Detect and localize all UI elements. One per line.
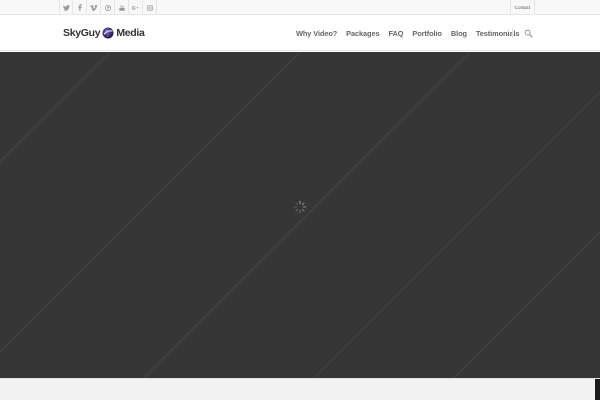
youtube-icon[interactable] bbox=[115, 0, 129, 15]
nav-item-why-video[interactable]: Why Video? bbox=[296, 29, 337, 38]
nav-item-portfolio[interactable]: Portfolio bbox=[412, 29, 442, 38]
social-links bbox=[59, 0, 157, 15]
search-icon[interactable] bbox=[524, 29, 533, 38]
pinterest-icon[interactable] bbox=[101, 0, 115, 15]
loading-spinner-icon bbox=[293, 200, 307, 214]
globe-icon bbox=[102, 27, 114, 39]
nav-item-blog[interactable]: Blog bbox=[451, 29, 467, 38]
twitter-icon[interactable] bbox=[59, 0, 73, 15]
nav-item-faq[interactable]: FAQ bbox=[388, 29, 403, 38]
logo-text-left: SkyGuy bbox=[63, 27, 101, 39]
nav-item-packages[interactable]: Packages bbox=[346, 29, 379, 38]
facebook-icon[interactable] bbox=[73, 0, 87, 15]
main-nav: Why Video? Packages FAQ Portfolio Blog T… bbox=[296, 16, 519, 51]
site-logo[interactable]: SkyGuy Media bbox=[63, 25, 145, 41]
nav-divider bbox=[512, 28, 513, 39]
hero-slider[interactable] bbox=[0, 52, 600, 378]
site-header: SkyGuy Media Why Video? Packages FAQ Por… bbox=[0, 16, 600, 51]
edge-bar bbox=[595, 379, 600, 400]
logo-text-right: Media bbox=[116, 27, 145, 39]
hero-diagonal-pattern bbox=[0, 52, 600, 378]
content-section bbox=[0, 378, 600, 400]
instagram-icon[interactable] bbox=[143, 0, 157, 15]
google-plus-icon[interactable] bbox=[129, 0, 143, 15]
top-utility-bar: Contact bbox=[0, 0, 600, 15]
contact-link[interactable]: Contact bbox=[510, 0, 535, 15]
vimeo-icon[interactable] bbox=[87, 0, 101, 15]
